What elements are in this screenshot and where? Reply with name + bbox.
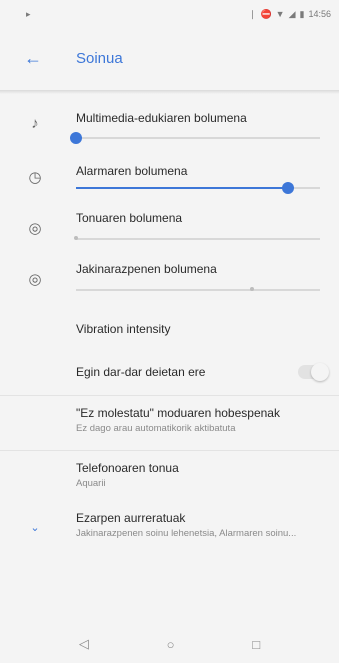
notification-volume-slider[interactable] (76, 287, 320, 291)
notification-volume-setting: ◎ Jakinarazpenen bolumena (0, 256, 339, 308)
vibration-intensity-setting[interactable]: Vibration intensity (0, 312, 339, 348)
dnd-preferences-title: "Ez molestatu" moduaren hobespenak (76, 406, 280, 420)
alarm-volume-label: Alarmaren bolumena (76, 164, 188, 178)
alarm-volume-thumb[interactable] (282, 182, 295, 194)
vibrate-icon: ◎ (28, 220, 42, 237)
app-bar-shadow (0, 90, 339, 94)
media-volume-slider[interactable] (70, 132, 320, 144)
navigation-bar: ◁ ○ □ (0, 625, 339, 663)
divider (0, 450, 339, 451)
media-volume-label: Multimedia-edukiaren bolumena (76, 111, 247, 125)
vibration-intensity-label: Vibration intensity (76, 322, 171, 336)
ring-volume-setting: ◎ Tonuaren bolumena (0, 205, 339, 257)
signal-icon: ◢ (288, 8, 296, 19)
nav-recents-icon[interactable]: □ (252, 637, 260, 652)
ring-volume-thumb[interactable] (74, 236, 78, 240)
sound-settings-screen: ▸ ❘ ⛔ ▼ ◢ ▮ 14:56 ← Soinua ♪ Multimedia-… (0, 0, 339, 663)
advanced-title: Ezarpen aurreratuak (76, 511, 186, 525)
vibrate-icon: ◎ (28, 271, 42, 288)
dnd-preferences-setting[interactable]: "Ez molestatu" moduaren hobespenak Ez da… (0, 400, 339, 444)
vibrate-on-calls-toggle[interactable] (298, 363, 329, 381)
vibrate-on-calls-setting[interactable]: Egin dar-dar deietan ere (0, 355, 339, 391)
chevron-down-icon: ⌄ (30, 522, 40, 534)
do-not-disturb-icon: ⛔ (260, 8, 272, 19)
notification-volume-thumb[interactable] (249, 287, 254, 291)
notification-volume-label: Jakinarazpenen bolumena (76, 262, 217, 276)
advanced-settings[interactable]: ⌄ Ezarpen aurreratuak Jakinarazpenen soi… (0, 505, 339, 549)
ringtone-title: Telefonoaren tonua (76, 461, 179, 475)
status-time: 14:56 (308, 9, 331, 19)
ringtone-setting[interactable]: Telefonoaren tonua Aquarii (0, 455, 339, 499)
ring-volume-label: Tonuaren bolumena (76, 211, 183, 225)
vibrate-on-calls-label: Egin dar-dar deietan ere (76, 365, 206, 379)
back-arrow-icon[interactable]: ← (24, 48, 44, 68)
wifi-icon: ▼ (275, 9, 285, 19)
status-bar: ▸ ❘ ⛔ ▼ ◢ ▮ 14:56 (0, 0, 339, 28)
app-bar: ← Soinua (0, 30, 339, 86)
music-note-icon: ♪ (31, 115, 39, 132)
alarm-clock-icon: ◷ (28, 169, 42, 186)
battery-icon: ▮ (299, 8, 305, 19)
nav-home-icon[interactable]: ○ (167, 637, 175, 652)
page-title: Soinua (76, 49, 123, 67)
advanced-subtitle: Jakinarazpenen soinu lehenetsia, Alarmar… (76, 528, 297, 539)
ringtone-subtitle: Aquarii (76, 478, 106, 489)
vibrate-icon: ❘ (248, 8, 257, 19)
media-volume-setting: ♪ Multimedia-edukiaren bolumena (0, 100, 339, 152)
dnd-preferences-subtitle: Ez dago arau automatikorik aktibatuta (76, 423, 236, 434)
ring-volume-slider[interactable] (74, 236, 320, 240)
ringtone-notification-icon: ▸ (26, 8, 31, 19)
divider (0, 395, 339, 396)
nav-back-icon[interactable]: ◁ (79, 636, 89, 652)
alarm-volume-setting: ◷ Alarmaren bolumena (0, 155, 339, 207)
alarm-volume-slider[interactable] (76, 182, 320, 194)
media-volume-thumb[interactable] (70, 132, 82, 144)
